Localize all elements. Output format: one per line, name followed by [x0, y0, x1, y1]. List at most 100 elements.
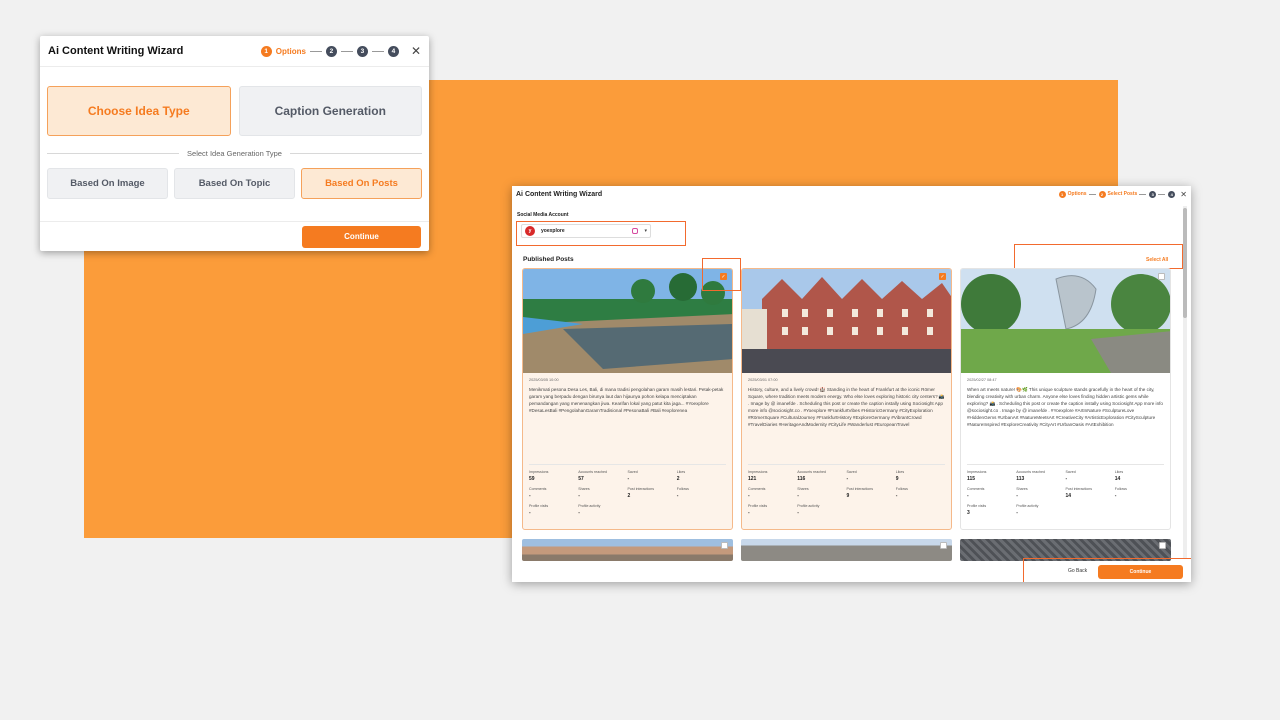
stat-profile-activity: Profile activity - [1016, 504, 1065, 516]
stat-value: - [578, 493, 580, 499]
stat-key: Likes [895, 470, 905, 474]
stat-value: 116 [797, 476, 806, 482]
post-thumbnail[interactable] [741, 539, 952, 561]
stat-value: - [797, 493, 799, 499]
stat-value: 113 [1016, 476, 1025, 482]
choose-idea-type-card[interactable]: Choose Idea Type [47, 86, 231, 136]
stat-key: Profile activity [578, 504, 601, 508]
highlight-select-all [1014, 244, 1183, 269]
step-number: 1 [260, 45, 272, 57]
stat-key: Post interactions [627, 487, 655, 491]
post-date: 2025/03/01 07:00 [748, 378, 778, 382]
post-card[interactable]: ✓ 2025/03/01 07:00 History, culture, and… [741, 268, 952, 530]
based-on-topic-option[interactable]: Based On Topic [174, 168, 295, 199]
continue-button[interactable]: Continue [302, 225, 421, 248]
stat-value: - [1065, 476, 1068, 482]
dialog-title: Ai Content Writing Wizard [516, 190, 603, 198]
stat-value: - [967, 493, 969, 499]
stat-likes: Likes 9 [896, 470, 945, 482]
social-account-label: Social Media Account [517, 212, 569, 218]
step-2: 2 Select Posts [1098, 190, 1147, 198]
post-stats: Impressions 115 Accounts reached 113 Saved… [967, 464, 1164, 516]
step-connector [1088, 193, 1096, 195]
based-on-posts-option[interactable]: Based On Posts [301, 168, 422, 199]
post-checkbox[interactable] [1158, 273, 1165, 280]
stat-value: 59 [529, 476, 535, 482]
step-connector [309, 50, 322, 52]
stat-follows: Follows - [1115, 487, 1164, 499]
stat-shares: Shares - [1016, 487, 1065, 499]
stat-key: Comments [529, 487, 547, 491]
stat-saved: Saved - [628, 470, 677, 482]
divider-line [47, 153, 180, 154]
stat-value: - [1016, 493, 1018, 499]
stat-value: - [895, 493, 898, 499]
stat-key: Follows [676, 487, 689, 491]
stat-key: Impressions [748, 470, 768, 474]
stat-key: Saved [627, 470, 638, 474]
close-icon[interactable]: ✕ [411, 44, 421, 58]
post-caption: When art meets nature! 🎨🌿 This unique sc… [967, 387, 1163, 427]
post-image-salt-fields: ✓ [523, 269, 732, 373]
stat-impressions: Impressions 121 [748, 470, 797, 482]
stat-key: Profile visits [748, 504, 768, 508]
post-checkbox[interactable] [940, 542, 947, 549]
stat-impressions: Impressions 115 [967, 470, 1016, 482]
stat-reached: Accounts reached 116 [797, 470, 846, 482]
step-label: Options [1067, 191, 1087, 197]
post-checkbox[interactable] [721, 542, 728, 549]
scrollbar-thumb[interactable] [1183, 208, 1187, 318]
stat-likes: Likes 14 [1115, 470, 1164, 482]
post-checkbox[interactable] [1159, 542, 1166, 549]
stat-key: Accounts reached [1016, 470, 1046, 474]
city-photo [742, 269, 951, 373]
post-thumbnail[interactable] [522, 539, 733, 561]
generation-type-row: Based On Image Based On Topic Based On P… [40, 168, 429, 199]
stat-key: Accounts reached [578, 470, 608, 474]
based-on-image-option[interactable]: Based On Image [47, 168, 168, 199]
stat-value: 57 [578, 476, 584, 482]
step-3: 3 [356, 45, 384, 57]
step-number: 4 [1168, 190, 1176, 198]
stat-value: 2 [627, 493, 631, 499]
wizard-select-posts-dialog: Ai Content Writing Wizard 1 Options 2 Se… [512, 186, 1191, 582]
stat-saved: Saved - [1066, 470, 1115, 482]
stat-value: 121 [748, 476, 757, 482]
stat-key: Profile activity [1016, 504, 1039, 508]
stat-profile-visits: Profile visits 3 [967, 504, 1016, 516]
stat-key: Shares [797, 487, 809, 491]
stat-key: Shares [1016, 487, 1028, 491]
step-connector [1158, 193, 1166, 195]
step-number: 3 [356, 45, 368, 57]
stat-value: 115 [967, 476, 976, 482]
step-number: 2 [325, 45, 337, 57]
stat-key: Follows [895, 487, 908, 491]
stat-impressions: Impressions 59 [529, 470, 578, 482]
stat-key: Profile activity [797, 504, 820, 508]
post-image-romer-square: ✓ [742, 269, 951, 373]
stat-comments: Comments - [748, 487, 797, 499]
post-stats: Impressions 121 Accounts reached 116 Saved… [748, 464, 945, 516]
close-icon[interactable]: ✕ [1180, 190, 1187, 199]
step-3: 3 [1149, 190, 1166, 198]
step-number: 1 [1058, 190, 1066, 198]
dialog-header: Ai Content Writing Wizard 1 Options 2 3 … [40, 36, 429, 67]
highlight-account [516, 221, 686, 246]
stat-comments: Comments - [967, 487, 1016, 499]
post-card[interactable]: ✓ 2025/03/05 10:00 Menikmati pesona Desa… [522, 268, 733, 530]
post-checkbox[interactable]: ✓ [939, 273, 946, 280]
stepper: 1 Options 2 Select Posts 3 4 [1058, 190, 1176, 198]
post-image-sculpture [961, 269, 1170, 373]
post-card[interactable]: 2025/02/27 08:47 When art meets nature! … [960, 268, 1171, 530]
stat-value: - [676, 493, 679, 499]
post-stats: Impressions 59 Accounts reached 57 Saved - … [529, 464, 726, 516]
post-caption: Menikmati pesona Desa Les, Bali, di mana… [529, 387, 724, 413]
step-1: 1 Options [1058, 190, 1096, 198]
stat-value: 9 [895, 476, 899, 482]
caption-generation-card[interactable]: Caption Generation [238, 86, 422, 136]
stat-value: - [1016, 510, 1018, 516]
stat-key: Impressions [529, 470, 549, 474]
divider-line [289, 153, 422, 154]
stat-key: Saved [846, 470, 857, 474]
stat-value: - [529, 493, 531, 499]
